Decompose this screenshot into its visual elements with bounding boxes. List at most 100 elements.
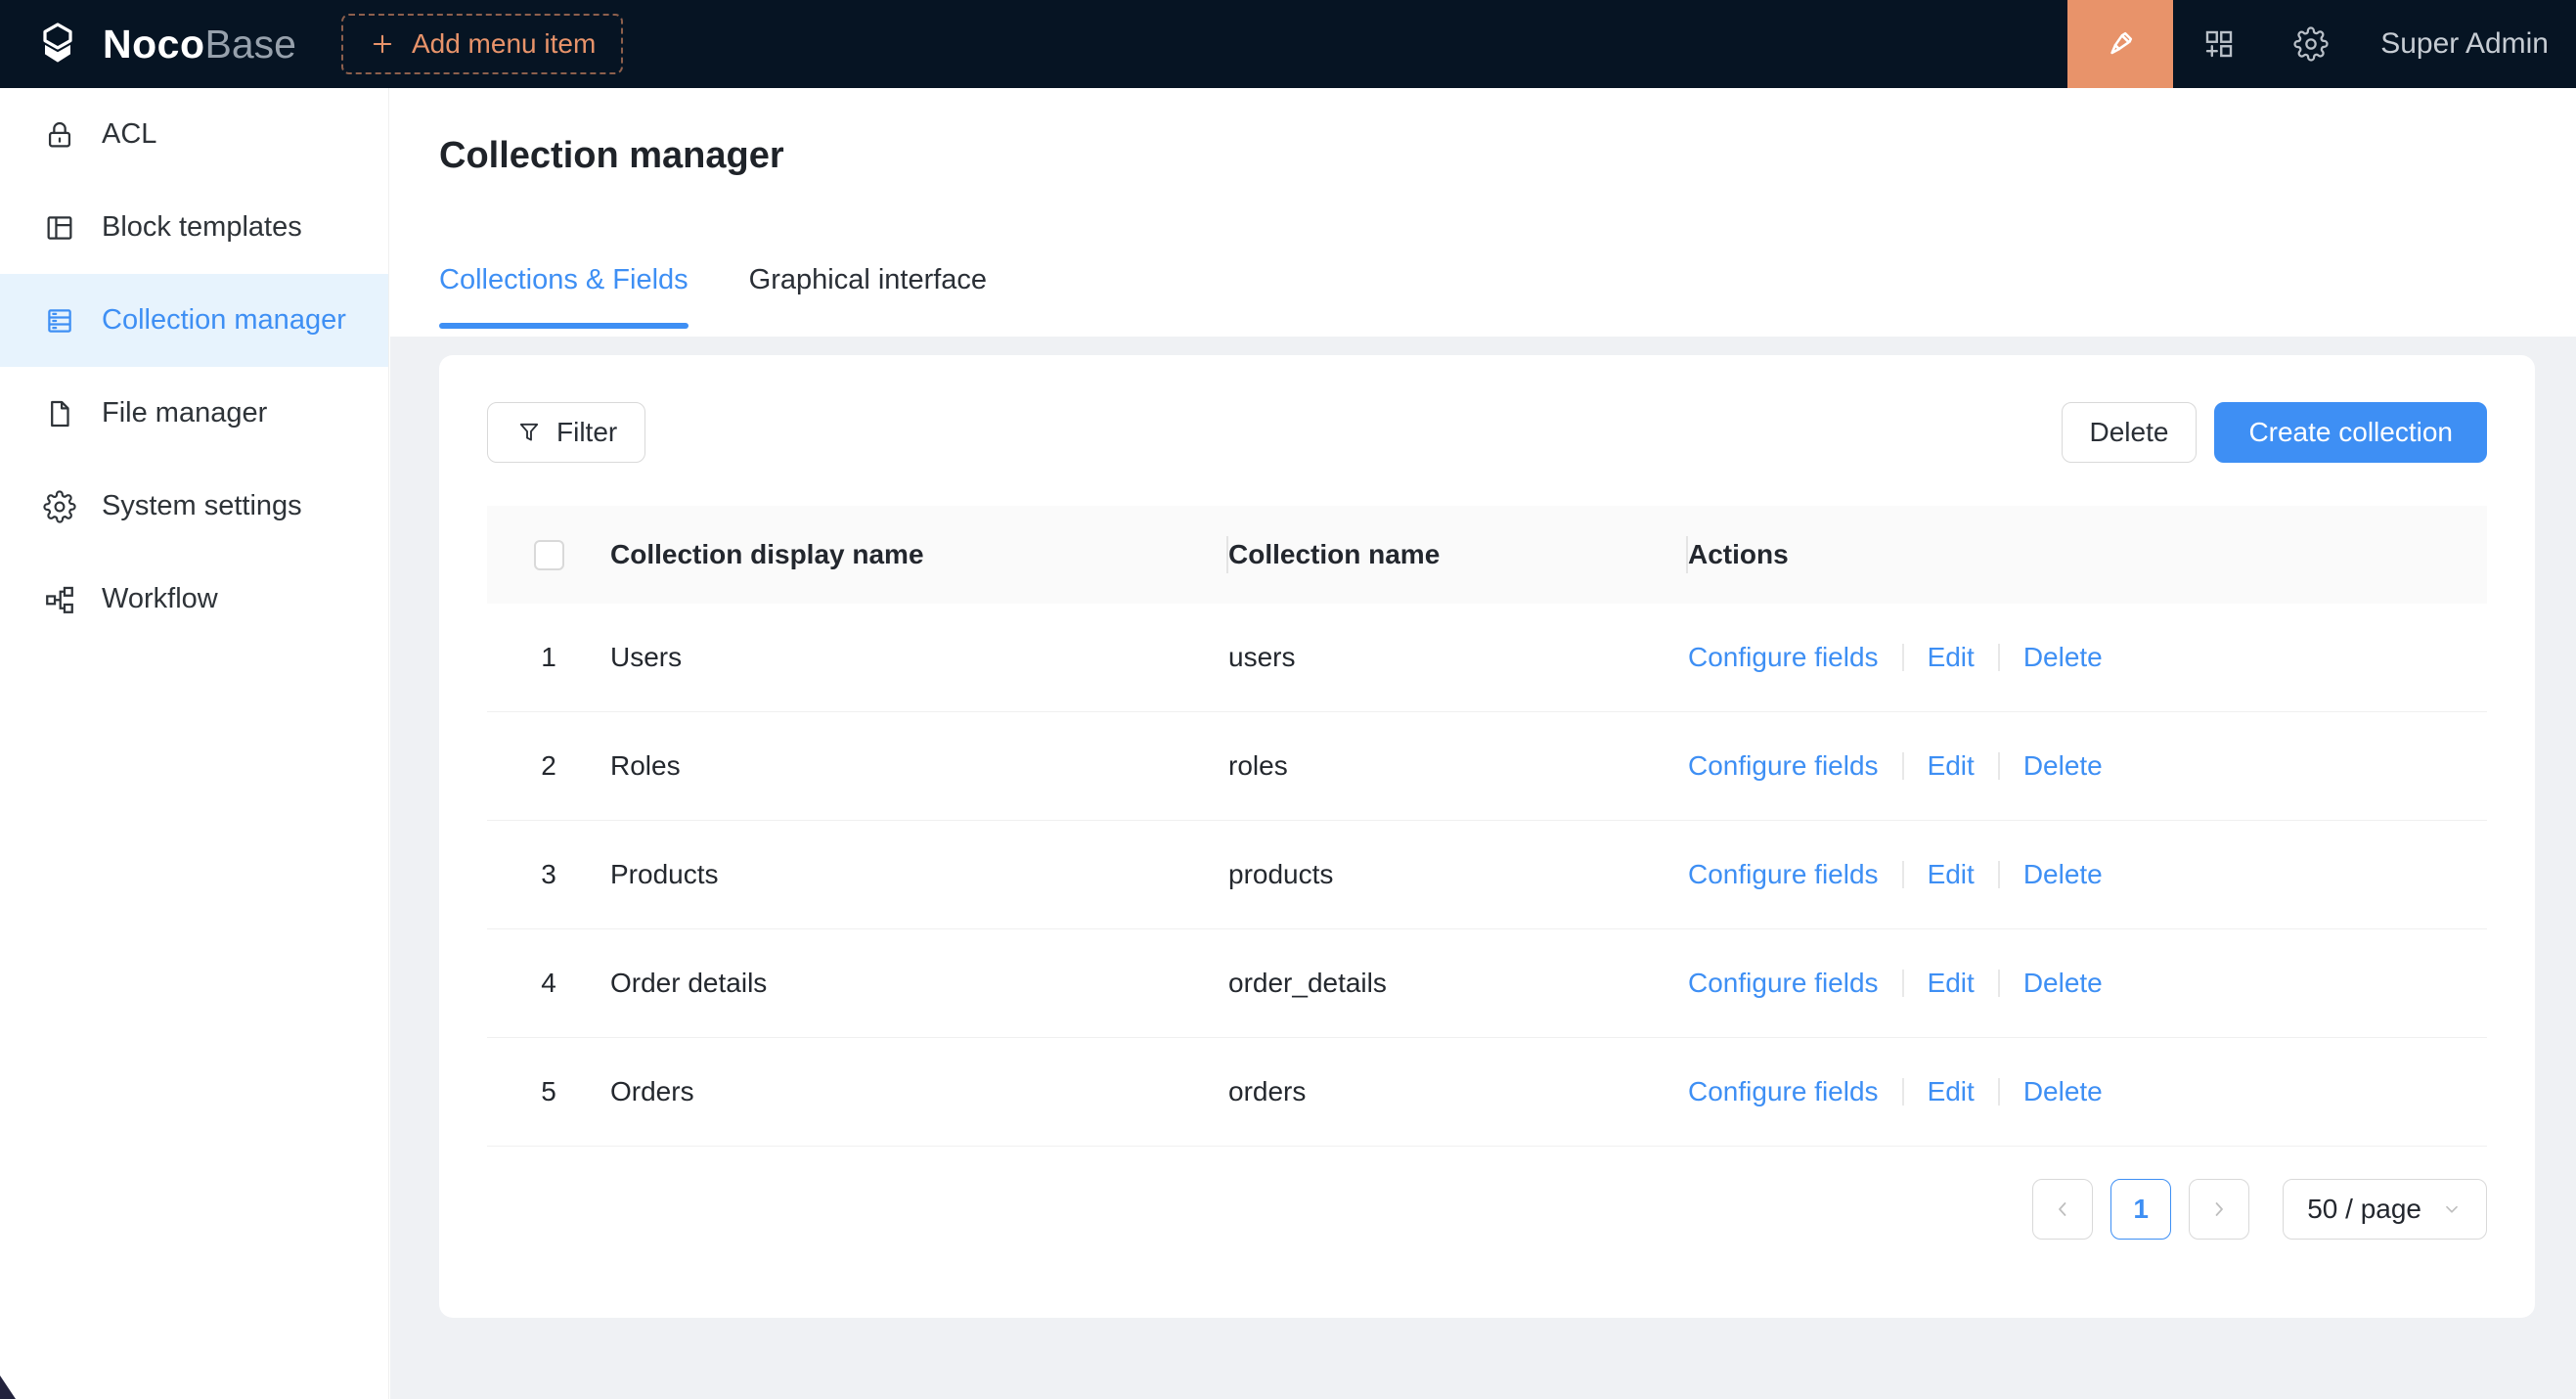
- collection-display-name-cell: Products: [610, 859, 1228, 890]
- collection-display-name-cell: Order details: [610, 968, 1228, 999]
- row-action-delete[interactable]: Delete: [2023, 1076, 2103, 1107]
- brand-name-light: Base: [205, 22, 296, 68]
- collection-name-cell: orders: [1228, 1076, 1688, 1107]
- brand-name-bold: Noco: [103, 22, 205, 68]
- previous-page-button[interactable]: [2032, 1179, 2093, 1240]
- plugins-button[interactable]: [2173, 0, 2265, 88]
- row-action-configure-fields[interactable]: Configure fields: [1688, 750, 1879, 782]
- sidebar-item-label: ACL: [102, 118, 156, 151]
- tab-collections-fields[interactable]: Collections & Fields: [439, 262, 688, 329]
- row-action-edit[interactable]: Edit: [1928, 1076, 1975, 1107]
- table-body: 1 Users users Configure fields Edit Delete…: [487, 604, 2487, 1147]
- action-divider: [1902, 970, 1904, 997]
- chevron-left-icon: [2051, 1197, 2074, 1221]
- action-divider: [1998, 861, 2000, 888]
- app-root: Noco Base Add menu item Super Admin ACL: [0, 0, 2576, 1399]
- sidebar-item-label: System settings: [102, 490, 302, 522]
- gear-icon: [43, 490, 76, 523]
- add-menu-item-label: Add menu item: [412, 28, 596, 60]
- collection-display-name-cell: Roles: [610, 750, 1228, 782]
- collection-name-cell: roles: [1228, 750, 1688, 782]
- select-all-checkbox[interactable]: [534, 540, 564, 570]
- header-actions: Super Admin: [2067, 0, 2576, 88]
- action-divider: [1902, 861, 1904, 888]
- top-header-bar: Noco Base Add menu item Super Admin: [0, 0, 2576, 88]
- settings-button[interactable]: [2265, 0, 2357, 88]
- table-header-row: Collection display name Collection name …: [487, 506, 2487, 604]
- sidebar-item-label: Workflow: [102, 583, 218, 615]
- layout-icon: [43, 211, 76, 245]
- tab-label: Collections & Fields: [439, 264, 688, 295]
- tab-bar: Collections & Fields Graphical interface: [439, 262, 2576, 329]
- lock-icon: [43, 118, 76, 152]
- current-user[interactable]: Super Admin: [2380, 27, 2549, 61]
- sidebar-item-collection-manager[interactable]: Collection manager: [0, 274, 388, 367]
- plus-icon: [369, 30, 396, 58]
- content-area: Filter Delete Create collection: [390, 337, 2576, 1318]
- row-actions-cell: Configure fields Edit Delete: [1688, 1076, 2487, 1107]
- sidebar-item-system-settings[interactable]: System settings: [0, 460, 388, 553]
- tab-label: Graphical interface: [749, 264, 987, 295]
- delete-button[interactable]: Delete: [2062, 402, 2198, 463]
- page-number-button[interactable]: 1: [2110, 1179, 2171, 1240]
- table-row: 1 Users users Configure fields Edit Delete: [487, 604, 2487, 712]
- filter-label: Filter: [556, 417, 617, 448]
- sidebar-item-label: File manager: [102, 397, 267, 429]
- column-header-name: Collection name: [1228, 539, 1688, 570]
- sidebar-item-workflow[interactable]: Workflow: [0, 553, 388, 646]
- card-toolbar: Filter Delete Create collection: [487, 402, 2487, 463]
- collections-card: Filter Delete Create collection: [439, 355, 2535, 1318]
- row-action-delete[interactable]: Delete: [2023, 859, 2103, 890]
- row-action-configure-fields[interactable]: Configure fields: [1688, 1076, 1879, 1107]
- page-header: Collection manager Collections & Fields …: [390, 88, 2576, 337]
- table-row: 5 Orders orders Configure fields Edit Dele…: [487, 1038, 2487, 1147]
- table-row: 4 Order details order_details Configure …: [487, 929, 2487, 1038]
- row-action-delete[interactable]: Delete: [2023, 750, 2103, 782]
- action-divider: [1998, 970, 2000, 997]
- action-divider: [1902, 752, 1904, 780]
- tab-graphical-interface[interactable]: Graphical interface: [749, 262, 987, 329]
- collections-table: Collection display name Collection name …: [487, 506, 2487, 1147]
- sidebar-item-label: Collection manager: [102, 304, 346, 337]
- row-action-edit[interactable]: Edit: [1928, 968, 1975, 999]
- sidebar-item-block-templates[interactable]: Block templates: [0, 181, 388, 274]
- collection-name-cell: users: [1228, 642, 1688, 673]
- row-index-cell: 5: [487, 1076, 610, 1107]
- collection-name-cell: products: [1228, 859, 1688, 890]
- page-size-select[interactable]: 50 / page: [2283, 1179, 2487, 1240]
- collection-display-name-cell: Users: [610, 642, 1228, 673]
- sidebar-item-file-manager[interactable]: File manager: [0, 367, 388, 460]
- highlighter-icon: [2103, 26, 2138, 62]
- row-action-configure-fields[interactable]: Configure fields: [1688, 968, 1879, 999]
- create-collection-button[interactable]: Create collection: [2214, 402, 2487, 463]
- add-menu-item-button[interactable]: Add menu item: [341, 14, 623, 74]
- collection-display-name-cell: Orders: [610, 1076, 1228, 1107]
- row-actions-cell: Configure fields Edit Delete: [1688, 968, 2487, 999]
- row-action-edit[interactable]: Edit: [1928, 859, 1975, 890]
- row-actions-cell: Configure fields Edit Delete: [1688, 859, 2487, 890]
- action-divider: [1902, 1078, 1904, 1106]
- row-action-configure-fields[interactable]: Configure fields: [1688, 642, 1879, 673]
- filter-button[interactable]: Filter: [487, 402, 645, 463]
- chevron-right-icon: [2207, 1197, 2231, 1221]
- row-action-edit[interactable]: Edit: [1928, 642, 1975, 673]
- next-page-button[interactable]: [2189, 1179, 2249, 1240]
- pagination: 1 50 / page: [487, 1179, 2487, 1240]
- row-action-edit[interactable]: Edit: [1928, 750, 1975, 782]
- workflow-icon: [43, 583, 76, 616]
- row-action-delete[interactable]: Delete: [2023, 968, 2103, 999]
- row-action-configure-fields[interactable]: Configure fields: [1688, 859, 1879, 890]
- nocobase-logo[interactable]: Noco Base: [32, 19, 296, 69]
- row-index-cell: 1: [487, 642, 610, 673]
- chevron-down-icon: [2441, 1198, 2463, 1220]
- row-index-cell: 3: [487, 859, 610, 890]
- row-action-delete[interactable]: Delete: [2023, 642, 2103, 673]
- sidebar-item-acl[interactable]: ACL: [0, 88, 388, 181]
- table-row: 3 Products products Configure fields Edit…: [487, 821, 2487, 929]
- row-index-cell: 2: [487, 750, 610, 782]
- ui-editor-button[interactable]: [2067, 0, 2173, 88]
- file-icon: [43, 397, 76, 430]
- filter-icon: [515, 419, 543, 446]
- sidebar-menu: ACL Block templates Collection manager F…: [0, 88, 388, 646]
- nocobase-logo-icon: [32, 19, 83, 69]
